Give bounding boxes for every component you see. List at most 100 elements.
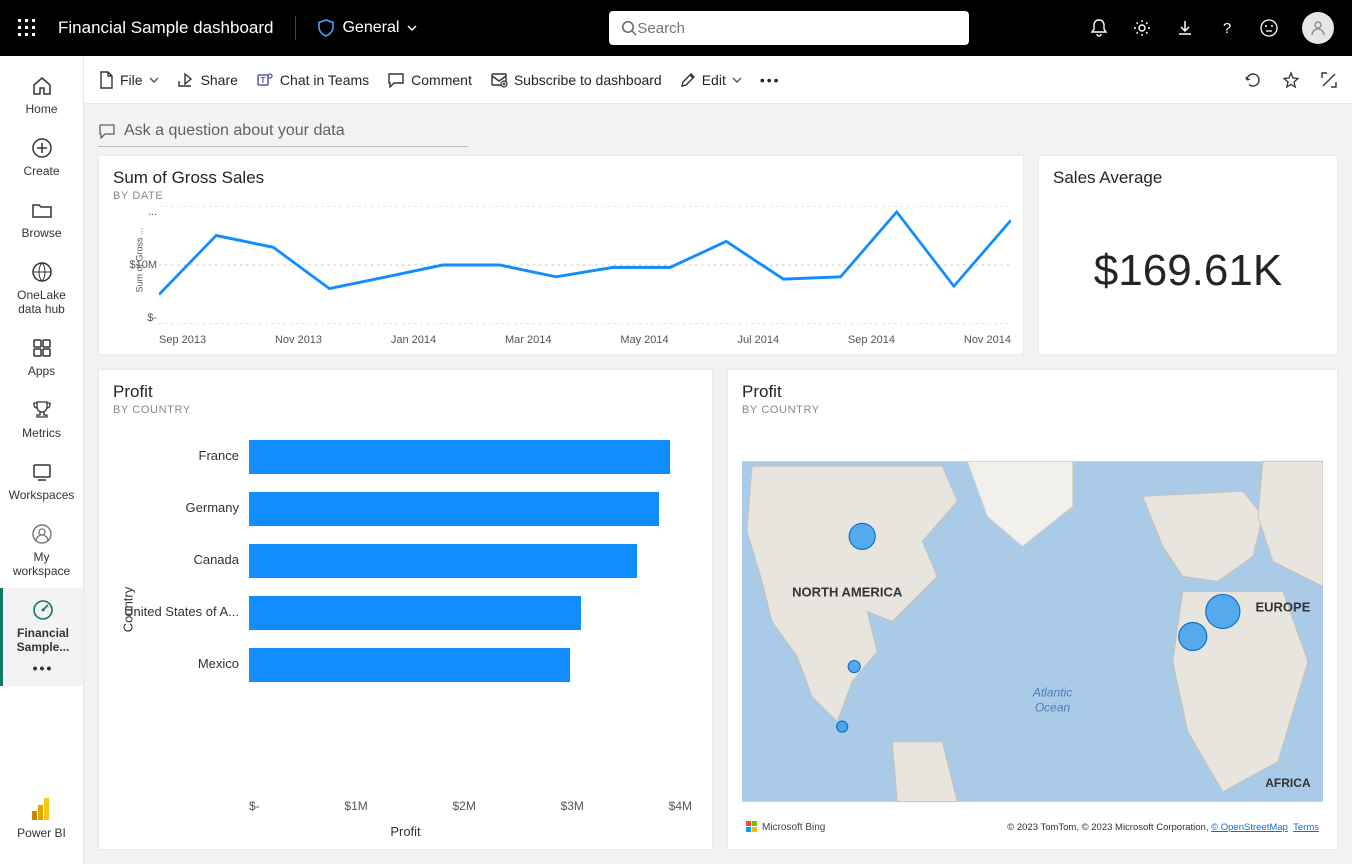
comment-label: Comment: [411, 72, 472, 88]
rail-item-create[interactable]: Create: [0, 126, 83, 188]
file-icon: [98, 71, 114, 89]
bar-segment: [249, 440, 670, 474]
toolbar: File Share T Chat in Teams Comment Subsc…: [84, 56, 1352, 104]
map-label-af: AFRICA: [1265, 776, 1311, 790]
map-visual: NORTH AMERICA EUROPE AFRICA Atlantic Oce…: [742, 428, 1323, 835]
search-icon: [621, 20, 637, 36]
gross-subtitle: BY DATE: [99, 188, 1023, 202]
fullscreen-button[interactable]: [1320, 71, 1338, 89]
subscribe-label: Subscribe to dashboard: [514, 72, 662, 88]
subscribe-icon: [490, 72, 508, 88]
favorite-button[interactable]: [1282, 71, 1300, 89]
bar-subtitle: BY COUNTRY: [99, 402, 712, 416]
refresh-button[interactable]: [1244, 71, 1262, 89]
rail-item-browse[interactable]: Browse: [0, 188, 83, 250]
rail-item-financial-sample[interactable]: Financial Sample... •••: [0, 588, 83, 686]
card-gross-sales[interactable]: Sum of Gross Sales BY DATE Sum of Gross …: [98, 155, 1024, 355]
trophy-icon: [30, 398, 54, 422]
bar-chart-area: [249, 430, 692, 789]
map-label-ocean1: Atlantic: [1032, 686, 1072, 700]
sensitivity-label-text: General: [342, 19, 399, 37]
powerbi-icon: [31, 796, 53, 822]
search-input[interactable]: [637, 20, 957, 37]
feedback-icon[interactable]: [1260, 19, 1278, 37]
rail-item-home[interactable]: Home: [0, 64, 83, 126]
map-title: Profit: [728, 370, 1337, 402]
rail-label-home: Home: [25, 102, 57, 116]
gross-line-chart: [159, 206, 1011, 324]
rail-item-powerbi[interactable]: Power BI: [0, 786, 83, 850]
card-profit-by-country-map[interactable]: Profit BY COUNTRY: [727, 369, 1338, 850]
rail-label-onelake: OneLake data hub: [17, 288, 66, 316]
bar-xlabel: Profit: [99, 824, 712, 839]
card-sales-average[interactable]: Sales Average $169.61K: [1038, 155, 1338, 355]
download-icon[interactable]: [1176, 19, 1194, 37]
rail-item-apps[interactable]: Apps: [0, 326, 83, 388]
top-bar: Financial Sample dashboard General ?: [0, 0, 1352, 56]
chat-label: Chat in Teams: [280, 72, 369, 88]
qa-placeholder: Ask a question about your data: [124, 122, 345, 140]
terms-link[interactable]: Terms: [1293, 822, 1319, 833]
map-bubble: [837, 721, 848, 732]
svg-text:?: ?: [1223, 20, 1231, 37]
divider: [295, 16, 296, 40]
settings-icon[interactable]: [1132, 18, 1152, 38]
map-bubble: [849, 523, 875, 549]
bar-segment: [249, 648, 570, 682]
plus-circle-icon: [30, 136, 54, 160]
dashboard-circle-icon: [31, 598, 55, 622]
map-credits: © 2023 TomTom, © 2023 Microsoft Corporat…: [1007, 822, 1319, 833]
notifications-icon[interactable]: [1090, 18, 1108, 38]
search-box[interactable]: [609, 11, 969, 45]
shield-icon: [318, 19, 334, 37]
folder-icon: [30, 198, 54, 222]
map-bing-badge: Microsoft Bing: [746, 821, 825, 833]
rail-item-onelake[interactable]: OneLake data hub: [0, 250, 83, 326]
rail-label-workspaces: Workspaces: [9, 488, 75, 502]
comment-button[interactable]: Comment: [387, 72, 472, 88]
gross-title: Sum of Gross Sales: [99, 156, 1023, 188]
help-icon[interactable]: ?: [1218, 19, 1236, 37]
chevron-down-icon: [407, 23, 417, 33]
map-bubble: [848, 661, 860, 673]
bar-category-labels: FranceGermanyCanadaUnited States of A...…: [99, 430, 249, 789]
workspaces-icon: [30, 460, 54, 484]
bar-segment: [249, 596, 581, 630]
rail-item-workspaces[interactable]: Workspaces: [0, 450, 83, 512]
chat-in-teams-button[interactable]: T Chat in Teams: [256, 71, 369, 89]
map-bubble: [1206, 594, 1240, 628]
rail-label-powerbi: Power BI: [17, 826, 66, 840]
sensitivity-label[interactable]: General: [318, 19, 417, 37]
rail-label-create: Create: [23, 164, 59, 178]
qa-input[interactable]: Ask a question about your data: [98, 118, 468, 147]
svg-text:T: T: [260, 76, 265, 85]
edit-button[interactable]: Edit: [680, 72, 742, 88]
file-label: File: [120, 72, 143, 88]
bar-category-label: United States of A...: [99, 604, 239, 619]
card-profit-by-country-bar[interactable]: Profit BY COUNTRY Country FranceGermanyC…: [98, 369, 713, 850]
bar-segment: [249, 492, 659, 526]
bar-category-label: France: [99, 448, 239, 463]
share-button[interactable]: Share: [177, 72, 238, 88]
chevron-down-icon: [732, 75, 742, 85]
left-rail: Home Create Browse OneLake data hub Apps…: [0, 56, 84, 864]
map-label-eu: EUROPE: [1255, 599, 1310, 614]
waffle-icon[interactable]: [18, 19, 36, 37]
bar-segment: [249, 544, 637, 578]
rail-label-myworkspace: My workspace: [13, 550, 70, 578]
bar-category-label: Canada: [99, 552, 239, 567]
osm-link[interactable]: © OpenStreetMap: [1211, 822, 1288, 833]
more-button[interactable]: •••: [760, 72, 781, 88]
more-dots-icon[interactable]: •••: [33, 660, 54, 676]
rail-label-apps: Apps: [28, 364, 55, 378]
file-button[interactable]: File: [98, 71, 159, 89]
teams-icon: T: [256, 71, 274, 89]
subscribe-button[interactable]: Subscribe to dashboard: [490, 72, 662, 88]
person-circle-icon: [30, 522, 54, 546]
rail-label-financial: Financial Sample...: [17, 626, 70, 654]
rail-item-metrics[interactable]: Metrics: [0, 388, 83, 450]
account-avatar[interactable]: [1302, 12, 1334, 44]
rail-item-my-workspace[interactable]: My workspace: [0, 512, 83, 588]
map-bubble: [1179, 622, 1207, 650]
window-title: Financial Sample dashboard: [58, 18, 273, 38]
